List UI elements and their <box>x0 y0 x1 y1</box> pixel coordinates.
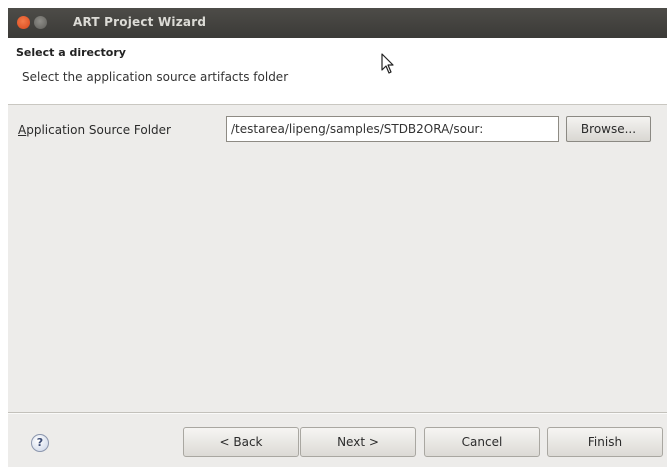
title-bar[interactable]: ART Project Wizard <box>8 8 667 38</box>
wizard-header: Select a directory Select the applicatio… <box>8 38 667 105</box>
cancel-button[interactable]: Cancel <box>424 427 540 457</box>
next-button[interactable]: Next > <box>300 427 416 457</box>
help-icon[interactable]: ? <box>31 434 49 452</box>
footer-separator <box>8 412 667 414</box>
back-button[interactable]: < Back <box>183 427 299 457</box>
finish-button[interactable]: Finish <box>547 427 663 457</box>
wizard-window: ART Project Wizard Select a directory Se… <box>8 8 667 467</box>
window-title: ART Project Wizard <box>73 15 207 29</box>
label-mnemonic: A <box>18 123 27 137</box>
minimize-icon[interactable] <box>34 16 47 29</box>
close-icon[interactable] <box>17 16 30 29</box>
label-text: pplication Source Folder <box>26 123 171 137</box>
page-description: Select the application source artifacts … <box>22 70 289 84</box>
source-folder-label: Application Source Folder <box>18 123 171 137</box>
page-title: Select a directory <box>16 46 126 59</box>
source-folder-input[interactable] <box>226 116 559 142</box>
mouse-pointer-icon <box>381 53 394 74</box>
browse-button[interactable]: Browse... <box>566 116 651 142</box>
